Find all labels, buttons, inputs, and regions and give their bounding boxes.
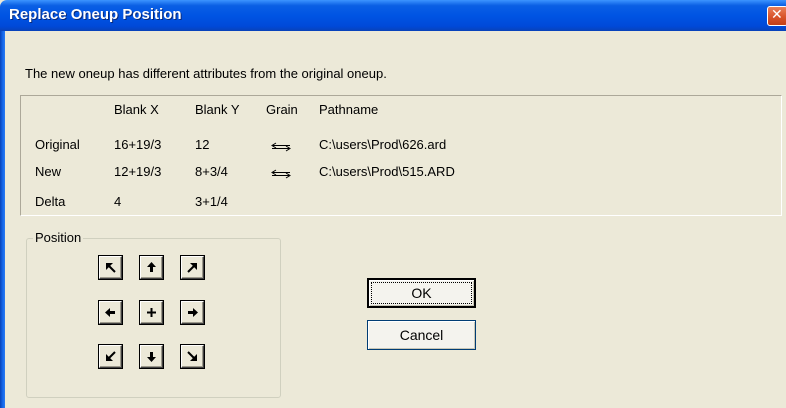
move-up-left-button[interactable] [99, 256, 122, 279]
cancel-button-label: Cancel [399, 327, 444, 343]
arrow-up-left-icon [106, 263, 116, 273]
move-left-button[interactable] [99, 301, 122, 324]
cancel-button[interactable]: Cancel [367, 320, 476, 350]
move-up-button[interactable] [140, 256, 163, 279]
move-right-button[interactable] [181, 301, 204, 324]
column-header-grain: Grain [266, 102, 298, 117]
new-blank-x: 12+19/3 [114, 164, 162, 179]
close-button[interactable]: ✕ [767, 6, 786, 26]
plus-center-icon [147, 308, 156, 317]
arrow-up-right-icon [187, 263, 197, 273]
delta-blank-x: 4 [114, 194, 122, 209]
row-label-original: Original [35, 137, 80, 152]
focus-rect [371, 282, 472, 304]
new-pathname: C:\users\Prod\515.ARD [319, 164, 455, 179]
arrow-down-right-icon [187, 351, 197, 361]
original-blank-x: 16+19/3 [114, 137, 162, 152]
window-title: Replace Oneup Position [9, 6, 182, 23]
grain-arrow-icon [271, 169, 291, 179]
original-pathname: C:\users\Prod\626.ard [319, 137, 447, 152]
move-down-left-button[interactable] [99, 345, 122, 368]
move-down-right-button[interactable] [181, 345, 204, 368]
title-bar[interactable]: Replace Oneup Position ✕ [0, 0, 786, 31]
close-icon: ✕ [771, 7, 783, 23]
new-blank-y: 8+3/4 [195, 164, 228, 179]
row-label-delta: Delta [35, 194, 66, 209]
position-group-label: Position [33, 230, 84, 245]
row-label-new: New [35, 164, 62, 179]
original-blank-y: 12 [195, 137, 210, 152]
column-header-blank-y: Blank Y [195, 102, 240, 117]
ok-button[interactable]: OK [367, 278, 476, 308]
move-down-button[interactable] [140, 345, 163, 368]
grain-arrow-icon [271, 142, 291, 152]
delta-blank-y: 3+1/4 [195, 194, 228, 209]
move-up-right-button[interactable] [181, 256, 204, 279]
arrow-left-icon [105, 308, 115, 317]
window-frame-left [0, 31, 5, 408]
arrow-down-left-icon [106, 351, 116, 361]
arrow-right-icon [188, 308, 198, 317]
column-header-pathname: Pathname [319, 102, 379, 117]
message-text: The new oneup has different attributes f… [25, 66, 387, 81]
center-button[interactable] [140, 301, 163, 324]
arrow-down-icon [147, 352, 156, 362]
column-header-blank-x: Blank X [114, 102, 159, 117]
arrow-up-icon [147, 262, 156, 272]
